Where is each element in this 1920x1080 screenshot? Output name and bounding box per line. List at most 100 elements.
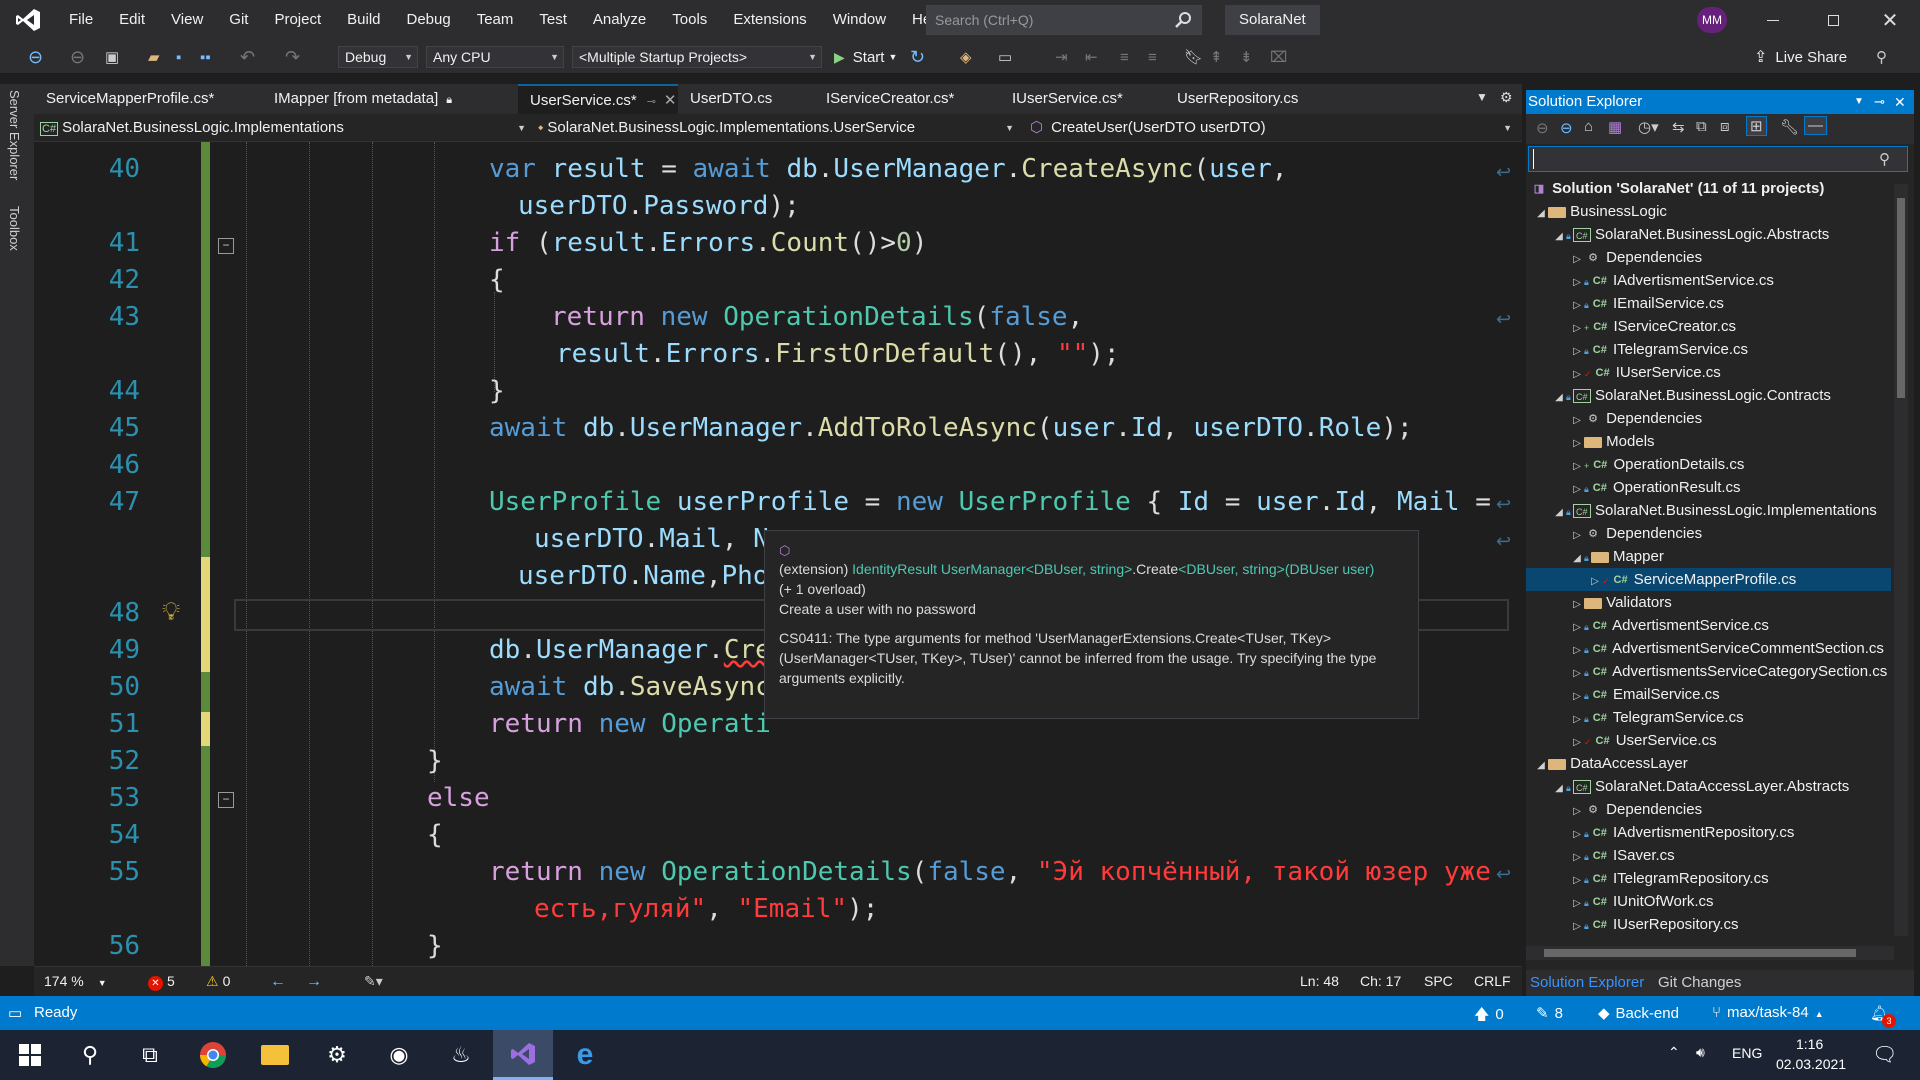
menu-window[interactable]: Window xyxy=(820,0,899,40)
tab-userrepository[interactable]: UserRepository.cs xyxy=(1165,84,1310,114)
tree-file[interactable]: ▷ 🔒︎ C# ITelegramRepository.cs xyxy=(1526,867,1891,890)
warnings-indicator[interactable]: ⚠ 0 xyxy=(206,973,230,990)
next-bookmark-icon[interactable]: ⇟ xyxy=(1240,46,1253,68)
tree-dependencies[interactable]: ▷ ⚙ Dependencies xyxy=(1526,246,1891,269)
tab-overflow-icon[interactable]: ▼ xyxy=(1476,90,1488,104)
tree-project[interactable]: ◢ 🔒︎ C# SolaraNet.BusinessLogic.Abstracts xyxy=(1526,223,1891,246)
tree-file[interactable]: ▷ + C# OperationDetails.cs xyxy=(1526,453,1891,476)
tree-solution-root[interactable]: ◨ Solution 'SolaraNet' (11 of 11 project… xyxy=(1526,177,1891,200)
tree-file[interactable]: ▷ 🔒︎ C# ITelegramService.cs xyxy=(1526,338,1891,361)
restore-button[interactable] xyxy=(1805,0,1861,40)
collapse-toggle[interactable]: − xyxy=(218,238,234,254)
tree-project[interactable]: ◢ 🔒︎ C# SolaraNet.BusinessLogic.Implementa… xyxy=(1526,499,1891,522)
member-dropdown[interactable]: ⬡ CreateUser(UserDTO userDTO) ▼ xyxy=(1030,117,1516,139)
collapse-all-icon[interactable]: ⧉ xyxy=(1696,118,1707,135)
tab-git-changes[interactable]: Git Changes xyxy=(1658,974,1741,991)
pin-icon[interactable]: ⊸ xyxy=(1874,90,1885,114)
preview-icon[interactable]: ⊞ xyxy=(1746,116,1767,136)
line-ending-indicator[interactable]: CRLF xyxy=(1474,973,1511,989)
menu-team[interactable]: Team xyxy=(464,0,527,40)
scrollbar-thumb[interactable] xyxy=(1897,198,1905,398)
project-dropdown[interactable]: C# SolaraNet.BusinessLogic.Implementation… xyxy=(40,117,530,139)
tree-file[interactable]: ▷ 🔒︎ C# AdvertismentService.cs xyxy=(1526,614,1891,637)
tree-file[interactable]: ▷ + C# IServiceCreator.cs xyxy=(1526,315,1891,338)
edge-icon[interactable]: e xyxy=(555,1030,615,1080)
vertical-scrollbar[interactable] xyxy=(1894,184,1908,936)
tree-project[interactable]: ◢ 🔒︎ C# SolaraNet.DataAccessLayer.Abstract… xyxy=(1526,775,1891,798)
tab-imapper[interactable]: IMapper [from metadata] 🔒︎ xyxy=(262,84,464,114)
close-panel-icon[interactable]: ✕ xyxy=(1894,90,1906,114)
tree-file[interactable]: ▷ 🔒︎ C# AdvertismentServiceCommentSection.… xyxy=(1526,637,1891,660)
settings-gear-icon[interactable]: ⚙ xyxy=(1500,89,1513,106)
sync-icon[interactable]: ⇆ xyxy=(1672,118,1685,136)
clear-bookmarks-icon[interactable]: ⌧ xyxy=(1270,46,1287,68)
pending-changes[interactable]: ✎ 8 xyxy=(1536,1004,1563,1022)
type-dropdown[interactable]: ⬩ SolaraNet.BusinessLogic.Implementations… xyxy=(538,117,1018,139)
tab-servicemapperprofile[interactable]: ServiceMapperProfile.cs* xyxy=(34,84,226,114)
tree-file[interactable]: ▷ 🔒︎ C# ISaver.cs xyxy=(1526,844,1891,867)
clock-time[interactable]: 1:16 xyxy=(1796,1036,1823,1052)
tree-dependencies[interactable]: ▷ ⚙ Dependencies xyxy=(1526,798,1891,821)
startup-project-select[interactable]: <Multiple Startup Projects> ▼ xyxy=(572,46,822,68)
menu-git[interactable]: Git xyxy=(216,0,261,40)
home-icon[interactable]: ⌂ xyxy=(1584,118,1593,135)
menu-tools[interactable]: Tools xyxy=(659,0,720,40)
tab-iuserservice[interactable]: IUserService.cs* xyxy=(1000,84,1135,114)
tray-overflow-icon[interactable]: ⌃ xyxy=(1668,1044,1680,1061)
pending-changes-icon[interactable]: ◷▾ xyxy=(1638,118,1659,136)
minimize-button[interactable] xyxy=(1745,0,1801,40)
menu-edit[interactable]: Edit xyxy=(106,0,158,40)
comment-icon[interactable]: ≡ xyxy=(1120,46,1129,68)
language-indicator[interactable]: ENG xyxy=(1732,1045,1762,1061)
tree-file[interactable]: ▷ 🔒︎ C# AdvertismentsServiceCategorySectio… xyxy=(1526,660,1891,683)
action-center-icon[interactable]: 🗨︎ xyxy=(1872,1042,1897,1067)
tab-solution-explorer[interactable]: Solution Explorer xyxy=(1530,974,1644,991)
windows-start-icon[interactable] xyxy=(0,1030,60,1080)
live-share-button[interactable]: ⇪ Live Share xyxy=(1754,46,1847,68)
properties-wrench-icon[interactable]: 🔧︎ xyxy=(1780,118,1799,136)
errors-indicator[interactable]: ✕ 5 xyxy=(148,973,175,991)
panel-menu-icon[interactable]: ▼ xyxy=(1854,90,1864,114)
tree-file[interactable]: ▷ 🔒︎ C# EmailService.cs xyxy=(1526,683,1891,706)
menu-debug[interactable]: Debug xyxy=(394,0,464,40)
tree-dependencies[interactable]: ▷ ⚙ Dependencies xyxy=(1526,522,1891,545)
tab-userservice[interactable]: UserService.cs* ⊸ ✕ xyxy=(518,84,678,114)
task-view-icon[interactable]: ⧉ xyxy=(120,1030,180,1080)
screen-icon[interactable]: ▭ xyxy=(998,46,1012,68)
forward-icon[interactable]: ⊖ xyxy=(1560,119,1573,137)
prev-bookmark-icon[interactable]: ⇞ xyxy=(1210,46,1223,68)
file-explorer-icon[interactable] xyxy=(245,1030,305,1080)
tree-file[interactable]: ▷ 🔒︎ C# IAdvertismentService.cs xyxy=(1526,269,1891,292)
volume-icon[interactable]: 🔊︎ xyxy=(1696,1044,1705,1061)
start-button[interactable]: ▶ Start ▼ xyxy=(834,46,897,68)
tree-file[interactable]: ▷ 🔒︎ C# TelegramService.cs xyxy=(1526,706,1891,729)
unpushed-commits[interactable]: 🡅︎ 0 xyxy=(1474,1004,1504,1029)
open-folder-icon[interactable]: ▰ xyxy=(148,46,160,68)
horizontal-scrollbar[interactable] xyxy=(1526,946,1894,960)
switch-view-icon[interactable]: ▦ xyxy=(1608,118,1622,136)
settings-icon[interactable]: ⚙ xyxy=(307,1030,367,1080)
undo-icon[interactable]: ↶ xyxy=(240,46,255,68)
output-window-icon[interactable]: ▭ xyxy=(8,1004,22,1022)
save-all-icon[interactable]: ▪▪ xyxy=(200,46,211,68)
notifications-button[interactable]: 🔔︎ 3 xyxy=(1870,1004,1896,1028)
outdent-icon[interactable]: ⇤ xyxy=(1085,46,1098,68)
menu-build[interactable]: Build xyxy=(334,0,393,40)
platform-select[interactable]: Any CPU ▼ xyxy=(426,46,564,68)
tree-folder-businesslogic[interactable]: ◢ BusinessLogic xyxy=(1526,200,1891,223)
nav-back-icon[interactable]: ← xyxy=(270,973,286,991)
server-explorer-tab[interactable]: Server Explorer xyxy=(7,90,22,180)
close-tab-icon[interactable]: ✕ xyxy=(664,92,677,109)
menu-project[interactable]: Project xyxy=(261,0,334,40)
close-button[interactable]: ✕ xyxy=(1862,0,1918,40)
menu-analyze[interactable]: Analyze xyxy=(580,0,659,40)
back-icon[interactable]: ⊖ xyxy=(1536,119,1549,137)
tree-file[interactable]: ▷ 🔒︎ C# IUserRepository.cs xyxy=(1526,913,1891,936)
configuration-select[interactable]: Debug ▼ xyxy=(338,46,418,68)
redo-icon[interactable]: ↷ xyxy=(285,46,300,68)
new-project-icon[interactable]: ▣ xyxy=(105,46,119,68)
refresh-icon[interactable]: ↻ xyxy=(910,46,925,68)
tree-folder-mapper[interactable]: ◢ 🔒︎ Mapper xyxy=(1526,545,1891,568)
clock-date[interactable]: 02.03.2021 xyxy=(1776,1056,1846,1072)
avatar[interactable]: MM xyxy=(1697,7,1727,33)
